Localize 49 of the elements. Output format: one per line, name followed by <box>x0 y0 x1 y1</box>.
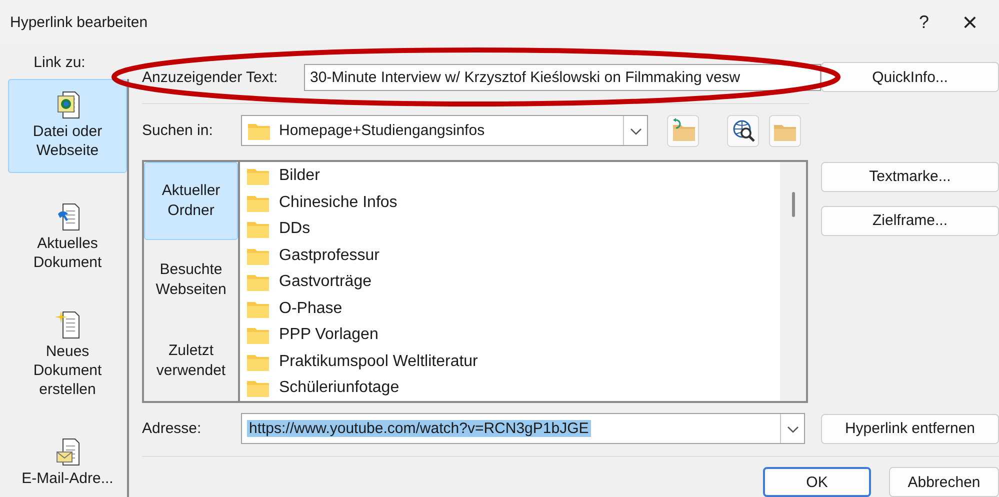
folder-item[interactable]: PPP Vorlagen <box>279 326 378 344</box>
envelope-page-icon <box>54 437 80 467</box>
dialog-button[interactable]: Zielframe... <box>821 206 999 236</box>
remove-hyperlink-button[interactable]: Hyperlink entfernen <box>821 414 999 444</box>
globe-page-icon <box>54 90 80 120</box>
ok-button[interactable]: OK <box>763 467 871 497</box>
folder-item[interactable]: Gastvorträge <box>279 273 372 291</box>
folder-item[interactable]: O-Phase <box>279 300 342 318</box>
browse-tab[interactable]: Besuchte Webseiten <box>144 240 238 320</box>
close-button[interactable]: × <box>947 0 993 45</box>
folder-item[interactable]: Praktikumspool Weltliteratur <box>279 352 478 370</box>
browse-file-button[interactable] <box>769 114 801 147</box>
link-type-item[interactable]: E-Mail-Adre... <box>8 426 127 497</box>
folder-item[interactable]: Bilder <box>279 167 320 185</box>
folder-icon <box>246 272 270 292</box>
folder-item[interactable]: DDs <box>279 220 310 238</box>
link-type-item[interactable]: Aktuelles Dokument <box>8 191 127 281</box>
link-type-item[interactable]: Datei oder Webseite <box>8 79 127 173</box>
field-label: Link zu: <box>34 54 86 70</box>
globe-search-icon <box>730 118 756 144</box>
folder-item[interactable]: Gastprofessur <box>279 246 380 264</box>
dialog-button[interactable]: Textmarke... <box>821 162 999 192</box>
folder-icon <box>246 166 270 186</box>
folder-up-icon <box>670 118 696 144</box>
scrollbar[interactable] <box>780 162 806 402</box>
browse-tab[interactable]: Aktueller Ordner <box>144 162 238 240</box>
field-label: Adresse: <box>142 420 202 438</box>
dropdown-value: Homepage+Studiengangsinfos <box>279 122 485 140</box>
folder-item[interactable]: Chinesiche Infos <box>279 194 398 212</box>
cancel-button[interactable]: Abbrechen <box>889 467 999 497</box>
folder-icon <box>246 325 270 345</box>
new-page-icon <box>54 310 80 340</box>
text-field[interactable]: 30-Minute Interview w/ Krzysztof Kieślowski on Filmmaking vesw <box>304 64 821 90</box>
link-type-item[interactable]: Neues Dokument erstellen <box>8 299 127 408</box>
address-field[interactable]: https://www.youtube.com/watch?v=RCN3gP1bJGE <box>241 413 805 444</box>
browse-tab[interactable]: Zuletzt verwendet <box>144 320 238 402</box>
folder-dropdown[interactable]: Homepage+Studiengangsinfos <box>241 115 648 146</box>
field-label: Anzuzeigender Text: <box>142 68 279 86</box>
folder-icon <box>246 378 270 398</box>
chevron-down-icon <box>628 126 642 136</box>
chevron-down-icon <box>786 424 800 434</box>
quickinfo-button[interactable]: QuickInfo... <box>821 62 999 92</box>
folder-item[interactable]: Schüleriunfotage <box>279 379 400 397</box>
field-label: Suchen in: <box>142 122 214 140</box>
help-button[interactable]: ? <box>901 0 947 45</box>
window-title: Hyperlink bearbeiten <box>10 14 149 31</box>
up-folder-button[interactable] <box>667 114 699 147</box>
folder-icon <box>246 219 270 239</box>
browse-web-button[interactable] <box>727 114 759 147</box>
